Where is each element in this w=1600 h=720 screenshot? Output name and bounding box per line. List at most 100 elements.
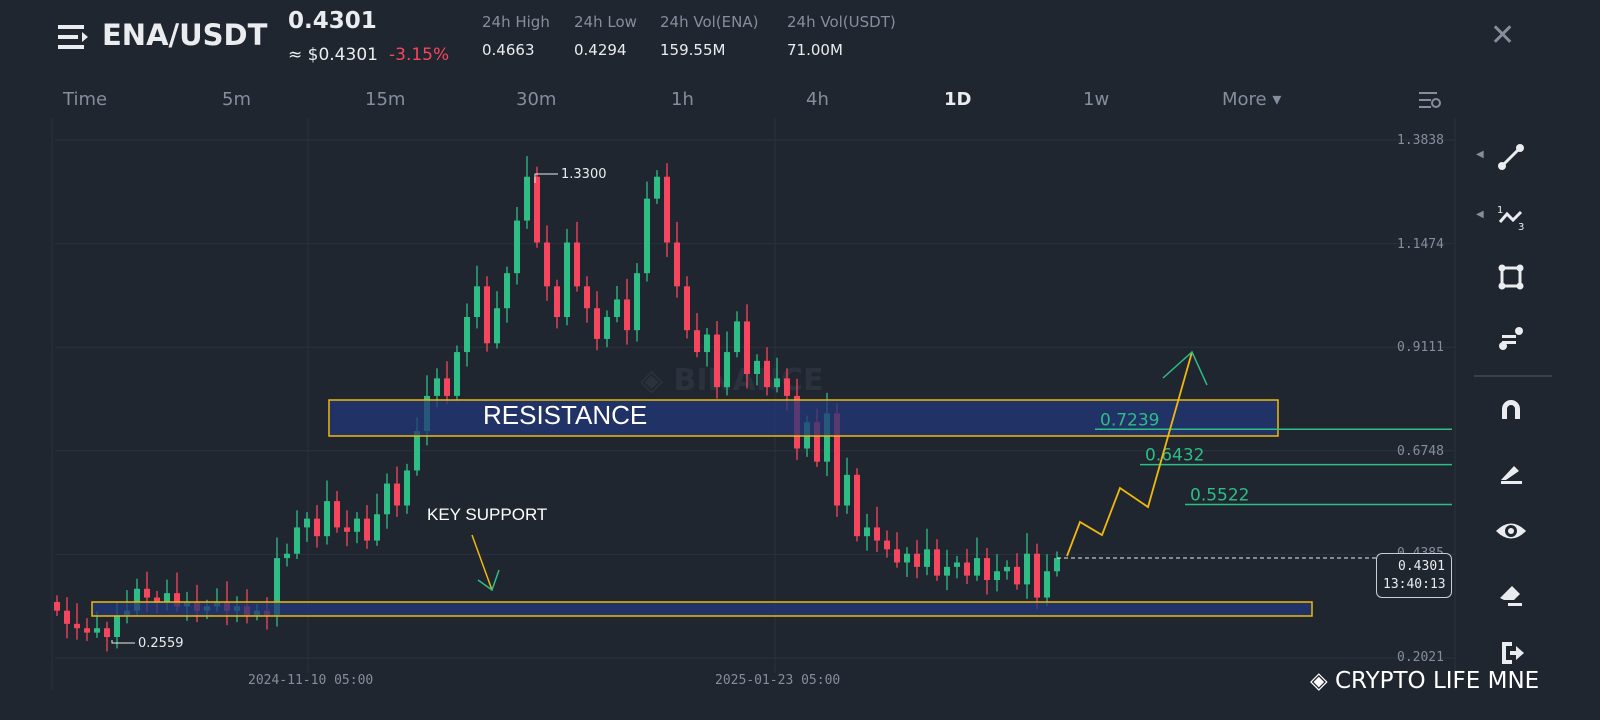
toolbar-divider — [1474, 375, 1552, 377]
x-tick: 2025-01-23 05:00 — [715, 673, 841, 688]
stat-24h-high: 24h High 0.4663 — [482, 13, 550, 59]
y-tick: 1.3838 — [1397, 133, 1444, 148]
magnet-icon[interactable] — [1494, 392, 1528, 426]
exit-icon[interactable] — [1494, 636, 1528, 670]
candle-body — [664, 176, 670, 243]
pair-title[interactable]: ENA/USDT — [102, 18, 267, 52]
candle-body — [754, 360, 760, 374]
svg-text:3: 3 — [1518, 222, 1524, 233]
rectangle-icon[interactable] — [1494, 260, 1528, 294]
candle — [294, 510, 300, 559]
eye-icon[interactable] — [1494, 514, 1528, 548]
candle-body — [594, 308, 600, 339]
candle-body — [654, 176, 660, 199]
candle — [584, 276, 590, 323]
position-icon[interactable] — [1494, 320, 1528, 354]
candle — [914, 540, 920, 579]
tab-1h[interactable]: 1h — [671, 89, 694, 110]
candle — [404, 463, 410, 514]
candle — [624, 278, 630, 345]
candle-body — [924, 549, 930, 567]
candle — [324, 480, 330, 545]
tab-5m[interactable]: 5m — [222, 89, 251, 110]
last-price-label: 0.4301 13:40:13 — [1376, 553, 1452, 598]
pencil-icon[interactable] — [1494, 454, 1528, 488]
candle — [544, 225, 550, 301]
usd-price: ≈ $0.4301 — [288, 45, 378, 65]
candle-body — [324, 501, 330, 537]
candle — [714, 320, 720, 399]
y-tick: 0.9111 — [1397, 340, 1444, 355]
tab-30m[interactable]: 30m — [516, 89, 556, 110]
candle — [604, 310, 610, 348]
candle — [944, 549, 950, 591]
candle — [74, 603, 80, 640]
expand-arrow-icon[interactable]: ◀ — [1476, 209, 1484, 220]
target-label: 0.6432 — [1145, 446, 1204, 466]
fib-icon[interactable]: 13 — [1494, 200, 1528, 234]
tab-4h[interactable]: 4h — [806, 89, 829, 110]
svg-text:1: 1 — [1497, 205, 1503, 216]
candle — [354, 512, 360, 544]
candle-body — [964, 562, 970, 576]
candle-body — [84, 628, 90, 633]
candle-body — [864, 527, 870, 537]
tab-1d[interactable]: 1D — [944, 89, 971, 110]
candle — [314, 505, 320, 548]
candle — [644, 181, 650, 282]
candle-body — [914, 553, 920, 567]
candle — [464, 303, 470, 367]
candle — [394, 466, 400, 517]
candle — [374, 493, 380, 546]
chart-settings-icon[interactable] — [1418, 90, 1442, 110]
price-change: -3.15% — [389, 45, 450, 65]
candle-body — [784, 378, 790, 396]
candle — [384, 473, 390, 529]
tab-1w[interactable]: 1w — [1083, 89, 1109, 110]
y-tick: 0.6748 — [1397, 444, 1444, 459]
candle — [1024, 533, 1030, 599]
candle-body — [944, 566, 950, 576]
tab-time[interactable]: Time — [63, 89, 107, 110]
candle-body — [414, 430, 420, 471]
expand-arrow-icon[interactable]: ◀ — [1476, 149, 1484, 160]
candle-body — [574, 242, 580, 287]
candle-body — [874, 527, 880, 541]
candle-body — [454, 352, 460, 396]
y-tick: 1.1474 — [1397, 237, 1444, 252]
eraser-icon[interactable] — [1494, 576, 1528, 610]
candle — [564, 228, 570, 326]
stat-24h-vol-ena: 24h Vol(ENA) 159.55M — [660, 13, 759, 59]
candle — [334, 491, 340, 533]
projection-arrow-head — [1162, 350, 1208, 386]
candle-body — [984, 558, 990, 581]
candle — [444, 361, 450, 405]
candle-body — [734, 321, 740, 353]
menu-icon[interactable] — [58, 24, 90, 50]
trend-line-icon[interactable] — [1494, 140, 1528, 174]
candle-body — [704, 334, 710, 353]
annotations: 1.3300 0.2559 RESISTANCE KEY SUPPORT 0.7239 0… — [91, 167, 1452, 651]
close-icon[interactable]: ✕ — [1490, 18, 1515, 53]
candle — [874, 506, 880, 552]
candle-body — [954, 562, 960, 567]
candle-body — [764, 360, 770, 388]
tab-15m[interactable]: 15m — [365, 89, 405, 110]
candle — [734, 311, 740, 358]
candle — [474, 265, 480, 329]
candle-body — [534, 176, 540, 243]
candle — [64, 597, 70, 639]
candle — [984, 548, 990, 595]
candle-body — [334, 501, 340, 528]
candle-body — [974, 558, 980, 576]
candle — [924, 528, 930, 576]
logo-icon: ◈ — [1310, 668, 1335, 694]
candle-body — [904, 553, 910, 563]
candle — [364, 505, 370, 549]
tab-more[interactable]: More ▾ — [1222, 89, 1281, 110]
candle — [884, 530, 890, 558]
price-chart[interactable]: ◈ BINANCE 1.3300 0.2559 RESISTANCE KEY SUPP… — [0, 118, 1460, 690]
candle-body — [104, 628, 110, 638]
footer-watermark: ◈ CRYPTO LIFE MNE — [1310, 668, 1540, 694]
candle — [854, 468, 860, 542]
